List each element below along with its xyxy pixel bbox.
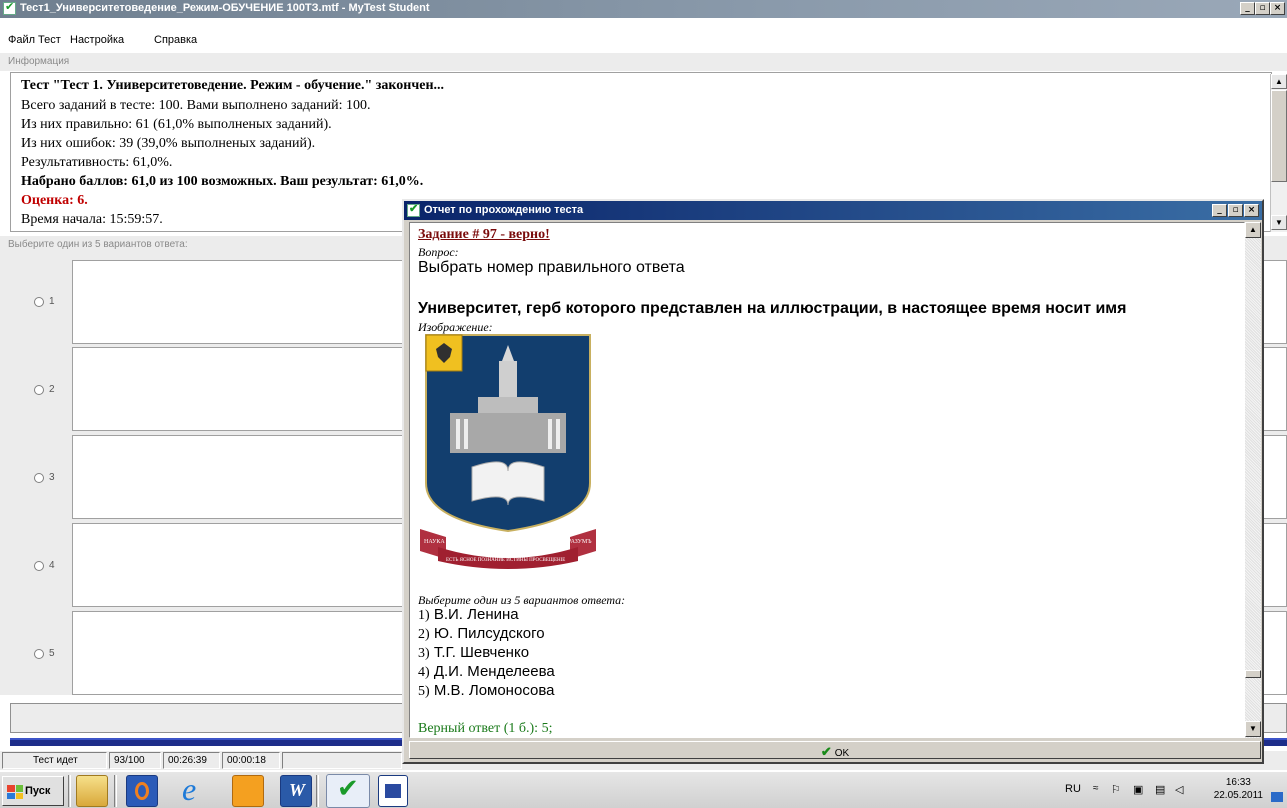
flag-icon[interactable]: ⚐ [1111,783,1121,796]
check-icon: ✔ [820,744,832,759]
dialog-check-icon [407,202,420,217]
answer-number: 5 [49,648,55,659]
close-button[interactable]: × [1270,2,1285,15]
network-icon[interactable]: ▣ [1133,783,1143,796]
coat-of-arms-image: НАУКА РАЗУМЪ ЕСТЬ ЯСНОЕ ПОЗНАНИЕ ИСТИНЫ … [420,334,596,569]
power-icon[interactable]: ▤ [1155,783,1165,796]
emblem-ribbon-bottom: ЕСТЬ ЯСНОЕ ПОЗНАНИЕ ИСТИНЫ ПРОСВЕЩЕНIЕ [446,558,565,563]
info-errors: Из них ошибок: 39 (39,0% выполненых зада… [21,136,316,151]
status-progress: 93/100 [109,752,161,769]
info-total-tasks: Всего заданий в тесте: 100. Вами выполне… [21,98,371,113]
report-dialog: Отчет по прохождению теста _ ▫ × Задание… [402,199,1264,764]
status-elapsed: 00:26:39 [163,752,220,769]
window-controls: _ ▫ × [1240,2,1285,15]
info-start-time: Время начала: 15:59:57. [21,212,163,227]
question-text: Университет, герб которого представлен н… [418,300,1127,317]
answer-radio-1[interactable] [34,297,44,307]
option-2: 2) Ю. Пилсудского [418,625,545,642]
tray-expand-icon[interactable]: ≈ [1093,783,1099,794]
clock-time: 16:33 [1225,777,1251,788]
info-test-finished: Тест "Тест 1. Университетоведение. Режим… [21,78,445,93]
window-titlebar: Тест1_Университетоведение_Режим-ОБУЧЕНИЕ… [0,0,1287,18]
dialog-close-button[interactable]: × [1244,204,1259,217]
option-5: 5) М.В. Ломоносова [418,682,555,699]
answer-radio-4[interactable] [34,561,44,571]
dialog-maximize-button[interactable]: ▫ [1228,204,1243,217]
dialog-title: Отчет по прохождению теста [424,204,584,216]
menu-bar: Файл Тест Настройка Справка [0,18,1287,52]
scroll-down-icon[interactable]: ▼ [1271,215,1287,230]
info-section-label: Информация [0,53,1287,71]
task-header: Задание # 97 - верно! [418,227,550,242]
dialog-controls: _ ▫ × [1211,204,1259,217]
answer-radio-2[interactable] [34,385,44,395]
scroll-up-icon[interactable]: ▲ [1245,222,1261,238]
answer-radio-5[interactable] [34,649,44,659]
question-type: Выбрать номер правильного ответа [418,259,685,276]
dialog-minimize-button[interactable]: _ [1212,204,1227,217]
info-correct: Из них правильно: 61 (61,0% выполненых з… [21,117,332,132]
explorer-icon[interactable] [76,775,108,807]
emblem-ribbon-right: РАЗУМЪ [568,539,592,545]
answer-radio-3[interactable] [34,473,44,483]
option-4: 4) Д.И. Менделеева [418,663,555,680]
scroll-down-icon[interactable]: ▼ [1245,721,1261,737]
taskbar: Пуск e W ✔ RU ≈ ⚐ ▣ ▤ ◁ 16:33 22.05.2011 [0,771,1287,808]
menu-help[interactable]: Справка [154,34,197,46]
info-grade: Оценка: 6. [21,193,88,208]
question-label: Вопрос: [418,245,459,259]
ok-button[interactable]: ✔ OK [409,741,1261,759]
answer-number: 1 [49,296,55,307]
report-scrollbar[interactable]: ▲ ▼ [1245,222,1261,738]
emblem-ribbon-left: НАУКА [424,539,445,545]
outlook-icon[interactable] [126,775,158,807]
start-button[interactable]: Пуск [2,776,64,806]
clock-date: 22.05.2011 [1213,790,1263,801]
menu-settings[interactable]: Настройка [70,34,124,46]
scroll-thumb[interactable] [1245,670,1261,678]
report-content: Задание # 97 - верно! Вопрос: Выбрать но… [409,222,1245,738]
windows-logo-icon [7,785,23,799]
start-label: Пуск [25,785,51,797]
status-empty [282,752,402,769]
status-question-time: 00:00:18 [222,752,280,769]
volume-icon[interactable]: ◁ [1175,783,1183,796]
language-indicator[interactable]: RU [1065,783,1081,795]
word-icon[interactable]: W [280,775,312,807]
report-task-icon[interactable] [378,775,408,807]
info-score: Набрано баллов: 61,0 из 100 возможных. В… [21,174,424,189]
taskbar-separator [68,775,71,807]
info-scrollbar[interactable]: ▲ ▼ [1270,74,1287,232]
contacts-icon[interactable] [232,775,264,807]
menu-file[interactable]: Файл [8,34,35,46]
scroll-up-icon[interactable]: ▲ [1271,74,1287,89]
window-title: Тест1_Университетоведение_Режим-ОБУЧЕНИЕ… [20,2,430,14]
status-state: Тест идет [2,752,107,769]
clock[interactable]: 16:33 22.05.2011 [1214,776,1263,802]
mytest-task-icon[interactable]: ✔ [326,773,370,808]
show-desktop-icon[interactable] [1271,792,1283,802]
dialog-titlebar: Отчет по прохождению теста _ ▫ × [404,201,1262,220]
ok-label: OK [834,748,850,759]
menu-test[interactable]: Тест [38,34,61,46]
info-effectiveness: Результативность: 61,0%. [21,155,173,170]
scroll-thumb[interactable] [1271,90,1287,182]
app-check-icon [3,0,16,15]
answer-number: 4 [49,560,55,571]
taskbar-separator [316,775,319,807]
system-tray: RU ≈ ⚐ ▣ ▤ ◁ 16:33 22.05.2011 [1057,772,1287,808]
taskbar-separator [114,775,117,807]
correct-answer: Верный ответ (1 б.): 5; [418,721,553,736]
answer-number: 3 [49,472,55,483]
maximize-button[interactable]: ▫ [1255,2,1270,15]
option-1: 1) В.И. Ленина [418,606,519,623]
answer-number: 2 [49,384,55,395]
option-3: 3) Т.Г. Шевченко [418,644,530,661]
minimize-button[interactable]: _ [1240,2,1255,15]
internet-explorer-icon[interactable]: e [180,771,212,807]
